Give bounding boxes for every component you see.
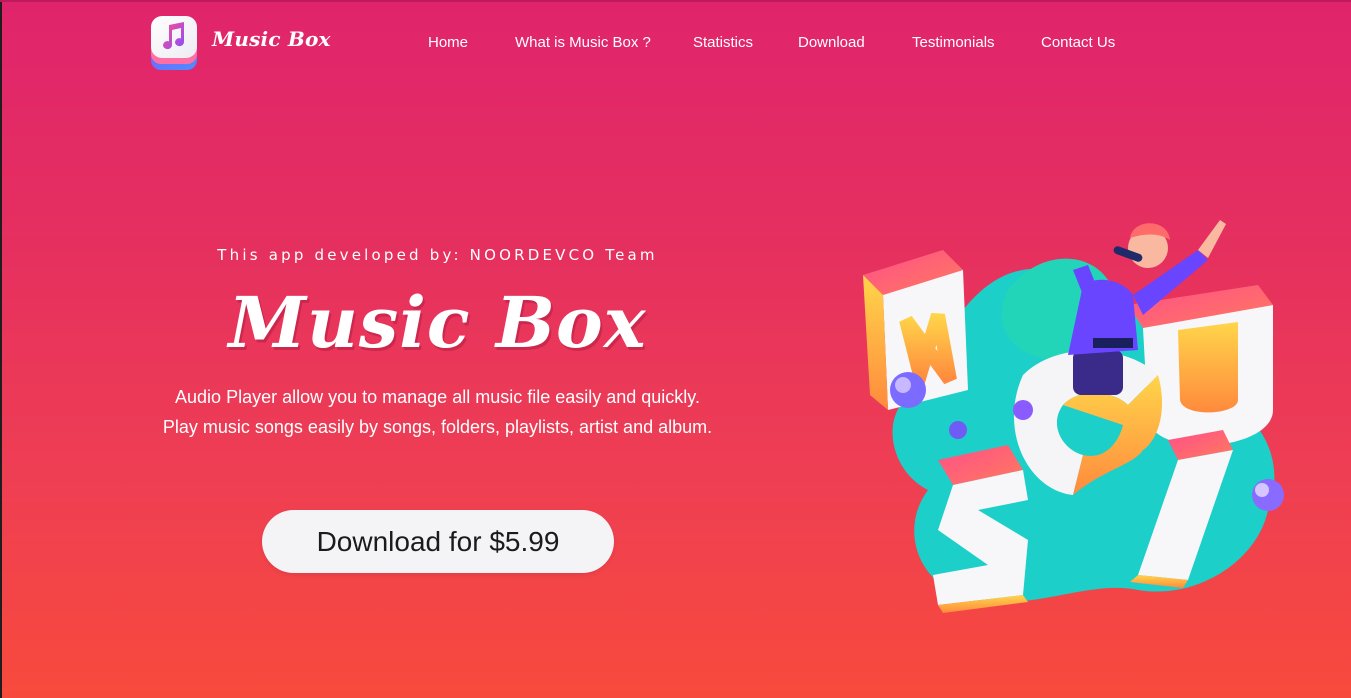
description-line-1: Audio Player allow you to manage all mus…	[175, 387, 700, 407]
nav-contact-us[interactable]: Contact Us	[1041, 34, 1115, 51]
hero-section: This app developed by: NOORDEVCO Team Mu…	[140, 240, 735, 442]
singer-music-illustration	[858, 210, 1298, 615]
description-line-2: Play music songs easily by songs, folder…	[162, 417, 713, 437]
hero-title: Music Box	[228, 281, 647, 364]
nav-testimonials[interactable]: Testimonials	[912, 34, 995, 51]
nav-home[interactable]: Home	[428, 34, 468, 51]
nav-statistics[interactable]: Statistics	[693, 34, 753, 51]
developer-credit: This app developed by: NOORDEVCO Team	[217, 246, 658, 264]
download-button[interactable]: Download for $5.99	[262, 510, 614, 573]
window-edge	[0, 0, 2, 698]
main-nav: Home What is Music Box ? Statistics Down…	[0, 34, 1351, 54]
nav-download[interactable]: Download	[798, 34, 865, 51]
nav-what-is-music-box[interactable]: What is Music Box ?	[515, 34, 651, 51]
top-border	[0, 0, 1351, 2]
hero-description: Audio Player allow you to manage all mus…	[140, 382, 735, 442]
